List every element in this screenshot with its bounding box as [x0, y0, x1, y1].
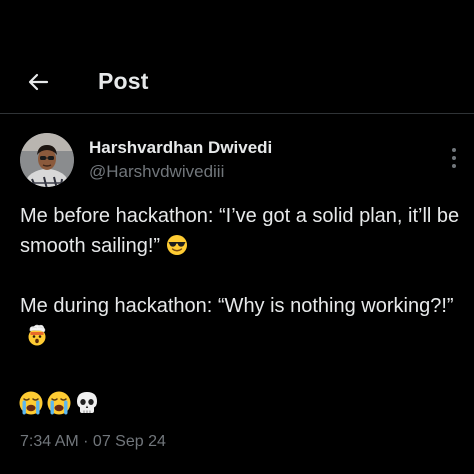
back-button[interactable]	[20, 66, 56, 98]
top-bar: Post	[0, 50, 474, 114]
more-options-button[interactable]	[440, 142, 468, 174]
header-divider	[0, 113, 474, 114]
user-avatar-image	[20, 133, 74, 187]
more-vertical-icon	[451, 147, 457, 169]
page-title: Post	[98, 68, 149, 94]
author-handle[interactable]: @Harshvdwivediii	[89, 162, 224, 182]
post-timestamp[interactable]: 7:34 AM · 07 Sep 24	[20, 433, 166, 451]
reaction-emoji-row	[18, 390, 100, 418]
post-paragraph-1: Me before hackathon: “I’ve got a solid p…	[20, 201, 460, 261]
paragraph-text: Me during hackathon: “Why is nothing wor…	[20, 295, 454, 317]
arrow-left-icon	[26, 70, 50, 94]
post-text: Me before hackathon: “I’ve got a solid p…	[20, 201, 460, 351]
smiling-face-with-sunglasses-icon	[166, 234, 188, 256]
exploding-head-icon	[26, 324, 48, 346]
skull-icon	[74, 390, 100, 418]
author-display-name[interactable]: Harshvardhan Dwivedi	[89, 138, 272, 158]
paragraph-text: Me before hackathon: “I’ve got a solid p…	[20, 205, 460, 257]
loudly-crying-face-icon	[46, 390, 72, 418]
loudly-crying-face-icon	[18, 390, 44, 418]
avatar[interactable]	[20, 133, 74, 187]
post-paragraph-2: Me during hackathon: “Why is nothing wor…	[20, 291, 460, 351]
